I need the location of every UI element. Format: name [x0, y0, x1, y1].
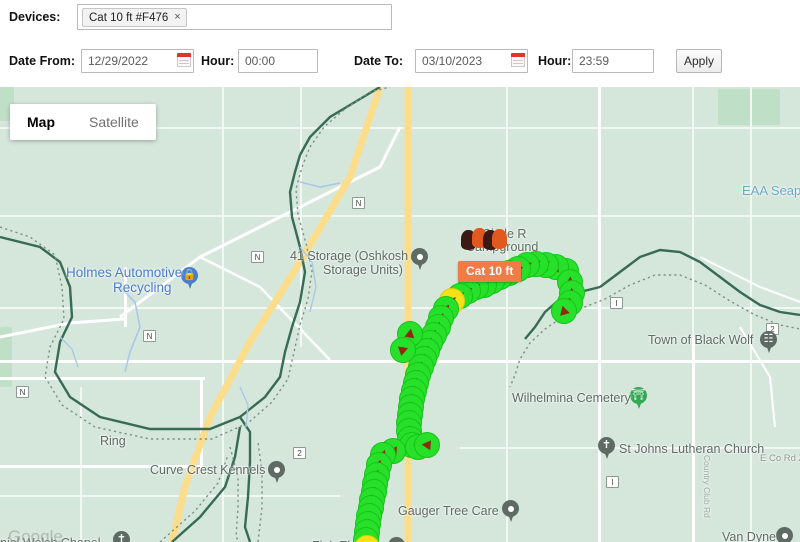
- date-to-label: Date To:: [354, 54, 404, 68]
- highway-shield: I: [610, 297, 623, 309]
- direction-arrow-icon: [557, 304, 570, 316]
- pin-glyph-icon: 🔒: [182, 269, 197, 281]
- highway-shield: 2: [293, 447, 306, 459]
- pin-dot-icon: [781, 532, 788, 539]
- town-black-wolf-pin[interactable]: ☷: [760, 331, 777, 354]
- highway-shield: N: [143, 330, 156, 342]
- map-canvas[interactable]: Map Satellite NNNNI2I2FFCCI 🔒☷⛩✝✝ EAA Se…: [0, 87, 800, 542]
- pin-dot-icon: [507, 505, 514, 512]
- map-type-satellite-button[interactable]: Satellite: [72, 104, 156, 140]
- gauger-tree-care-pin[interactable]: [502, 500, 519, 523]
- google-attribution: Google: [8, 527, 63, 542]
- daniel-welsh-chapel-pin[interactable]: ✝: [113, 531, 130, 542]
- van-dyne-sportsmen-pin[interactable]: [776, 527, 793, 542]
- device-tracking-page: Devices: Cat 10 ft #F476 × Date From: Ho…: [0, 0, 800, 542]
- pin-glyph-icon: ✝: [601, 439, 612, 451]
- hour-to-input[interactable]: [572, 49, 654, 73]
- devices-input[interactable]: Cat 10 ft #F476 ×: [77, 4, 392, 30]
- pin-glyph-icon: ✝: [116, 533, 127, 542]
- highway-shield: N: [251, 251, 264, 263]
- pin-head: [388, 537, 405, 542]
- calendar-icon[interactable]: [511, 53, 525, 67]
- pin-glyph-icon: ☷: [763, 333, 774, 345]
- curve-crest-kennels-pin[interactable]: [268, 461, 285, 484]
- map-type-control[interactable]: Map Satellite: [10, 104, 156, 140]
- calendar-icon[interactable]: [177, 53, 191, 67]
- devices-label: Devices:: [9, 10, 61, 24]
- close-icon[interactable]: ×: [174, 12, 180, 23]
- wilhelmina-cemetery-pin[interactable]: ⛩: [630, 387, 647, 410]
- date-from-label: Date From:: [9, 54, 75, 68]
- filter-toolbar: Devices: Cat 10 ft #F476 × Date From: Ho…: [0, 0, 800, 87]
- map-type-map-button[interactable]: Map: [10, 104, 72, 140]
- hour-from-label: Hour:: [201, 54, 235, 68]
- highway-shield: I: [606, 476, 619, 488]
- device-chip-label: Cat 10 ft #F476: [89, 11, 169, 24]
- pin-dot-icon: [273, 466, 280, 473]
- direction-arrow-icon: [397, 343, 410, 356]
- pin-glyph-icon: ⛩: [631, 389, 646, 401]
- hour-from-input[interactable]: [238, 49, 318, 73]
- highway-shield: N: [352, 197, 365, 209]
- st-johns-church-pin[interactable]: ✝: [598, 437, 615, 460]
- apply-button[interactable]: Apply: [676, 49, 722, 73]
- 41-storage-pin[interactable]: [411, 248, 428, 271]
- hour-to-label: Hour:: [538, 54, 572, 68]
- pin-dot-icon: [416, 253, 423, 260]
- gps-track-marker[interactable]: [390, 337, 416, 363]
- highway-shield: N: [16, 386, 29, 398]
- device-tooltip: Cat 10 ft: [458, 261, 522, 282]
- gps-track-marker[interactable]: [414, 432, 440, 458]
- map-vector-layer: [0, 87, 800, 542]
- device-cluster-marker[interactable]: [461, 228, 507, 250]
- device-chip[interactable]: Cat 10 ft #F476 ×: [82, 8, 187, 27]
- direction-arrow-icon: [421, 439, 432, 451]
- gps-track-marker[interactable]: [551, 298, 577, 324]
- fink-electric-pin[interactable]: [388, 537, 405, 542]
- holmes-recycling-pin[interactable]: 🔒: [181, 267, 198, 290]
